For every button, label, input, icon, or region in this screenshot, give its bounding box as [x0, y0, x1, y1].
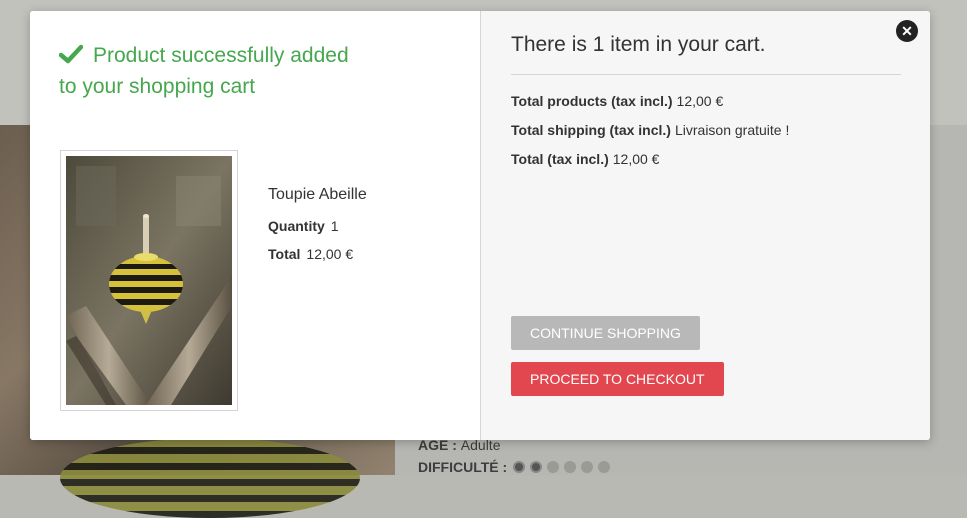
- total-value: 12,00 €: [612, 151, 660, 167]
- cart-totals: Total products (tax incl.) 12,00 € Total …: [511, 93, 789, 180]
- product-total: Total 12,00 €: [268, 246, 367, 262]
- product-total-value: 12,00 €: [306, 246, 354, 262]
- difficulty-dot-empty: [547, 461, 560, 473]
- total-label: Total (tax incl.): [511, 151, 609, 167]
- product-details: Toupie Abeille Quantity 1 Total 12,00 €: [268, 186, 367, 274]
- total-shipping-row: Total shipping (tax incl.) Livraison grat…: [511, 122, 789, 138]
- spinning-top-image-background: [60, 438, 360, 518]
- difficulty-label: DIFFICULTÉ :: [418, 459, 508, 475]
- check-icon: [58, 43, 85, 72]
- difficulty-dot-empty: [598, 461, 611, 473]
- total-products-row: Total products (tax incl.) 12,00 €: [511, 93, 789, 109]
- product-quantity: Quantity 1: [268, 218, 367, 234]
- cart-summary-panel: There is 1 item in your cart. Total prod…: [480, 11, 930, 440]
- total-products-label: Total products (tax incl.): [511, 93, 673, 109]
- continue-shopping-button[interactable]: CONTINUE SHOPPING: [511, 316, 700, 350]
- success-text: Product successfully added to your shopp…: [59, 44, 349, 98]
- difficulty-dot-filled: [513, 461, 526, 473]
- proceed-to-checkout-button[interactable]: PROCEED TO CHECKOUT: [511, 362, 724, 396]
- difficulty-rating: [513, 461, 611, 473]
- total-products-value: 12,00 €: [676, 93, 724, 109]
- total-shipping-value: Livraison gratuite !: [674, 122, 790, 138]
- product-thumbnail: [60, 150, 238, 411]
- product-name: Toupie Abeille: [268, 186, 367, 203]
- quantity-label: Quantity: [268, 218, 325, 234]
- success-message: Product successfully added to your shopp…: [58, 41, 359, 101]
- total-row: Total (tax incl.) 12,00 €: [511, 151, 789, 167]
- difficulty-dot-empty: [564, 461, 577, 473]
- total-shipping-label: Total shipping (tax incl.): [511, 122, 671, 138]
- difficulty-dot-empty: [581, 461, 594, 473]
- cart-title: There is 1 item in your cart.: [511, 33, 901, 75]
- product-added-panel: Product successfully added to your shopp…: [30, 11, 480, 440]
- difficulty-dot-filled: [530, 461, 543, 473]
- add-to-cart-modal: Product successfully added to your shopp…: [30, 11, 930, 440]
- product-attributes: AGE : Adulte DIFFICULTÉ :: [418, 434, 611, 478]
- quantity-value: 1: [330, 218, 339, 234]
- product-total-label: Total: [268, 246, 301, 262]
- close-icon[interactable]: ✕: [896, 20, 918, 42]
